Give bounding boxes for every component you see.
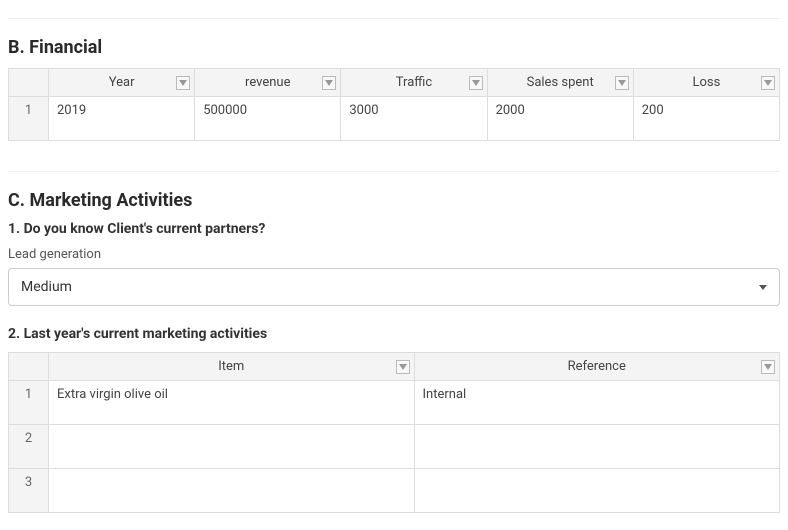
col-item-header: Item [49,353,415,381]
lead-generation-value: Medium [21,279,72,295]
cell-loss[interactable]: 200 [633,97,779,141]
col-year-label: Year [109,75,135,90]
divider-top [8,18,780,19]
chevron-down-icon [759,285,767,290]
cell-sales-spent[interactable]: 2000 [487,97,633,141]
row-number: 1 [9,381,49,425]
cell-reference[interactable]: Internal [414,381,780,425]
col-loss-header: Loss [633,69,779,97]
col-year-header: Year [49,69,195,97]
divider-mid [8,171,780,172]
col-revenue-label: revenue [245,75,290,90]
question-2-title: 2. Last year's current marketing activit… [8,326,780,342]
table-row: 3 [9,469,780,513]
col-sales-spent-label: Sales spent [527,75,594,90]
filter-icon[interactable] [469,76,483,90]
filter-icon[interactable] [761,76,775,90]
cell-item[interactable]: Extra virgin olive oil [49,381,415,425]
cell-reference[interactable] [414,469,780,513]
table-row: 1 Extra virgin olive oil Internal [9,381,780,425]
lead-generation-select[interactable]: Medium [8,268,780,306]
col-sales-spent-header: Sales spent [487,69,633,97]
section-c-title: C. Marketing Activities [8,190,780,211]
col-traffic-header: Traffic [341,69,487,97]
row-number: 2 [9,425,49,469]
table-row: 1 2019 500000 3000 2000 200 [9,97,780,141]
row-number: 3 [9,469,49,513]
col-revenue-header: revenue [195,69,341,97]
section-b-title: B. Financial [8,37,780,58]
col-reference-header: Reference [414,353,780,381]
row-number-header [9,353,49,381]
filter-icon[interactable] [615,76,629,90]
cell-item[interactable] [49,469,415,513]
cell-traffic[interactable]: 3000 [341,97,487,141]
table-row: 2 [9,425,780,469]
row-number-header [9,69,49,97]
filter-icon[interactable] [176,76,190,90]
filter-icon[interactable] [322,76,336,90]
filter-icon[interactable] [396,360,410,374]
col-item-label: Item [218,359,244,374]
col-traffic-label: Traffic [396,75,432,90]
filter-icon[interactable] [761,360,775,374]
cell-reference[interactable] [414,425,780,469]
question-1-title: 1. Do you know Client's current partners… [8,221,780,237]
cell-year[interactable]: 2019 [49,97,195,141]
cell-item[interactable] [49,425,415,469]
cell-revenue[interactable]: 500000 [195,97,341,141]
col-reference-label: Reference [568,359,626,374]
financial-table: Year revenue Traffic Sales spent Loss [8,68,780,141]
activities-table: Item Reference 1 Extra virgin olive oil … [8,352,780,513]
row-number: 1 [9,97,49,141]
col-loss-label: Loss [692,75,720,90]
lead-generation-label: Lead generation [8,247,780,262]
